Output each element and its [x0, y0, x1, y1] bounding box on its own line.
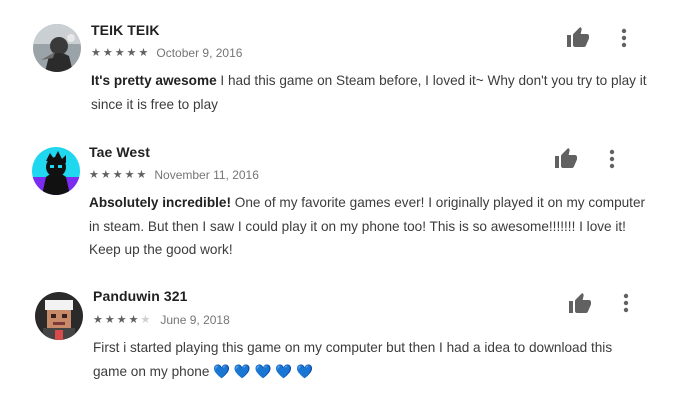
star-icon: ★	[100, 169, 111, 181]
star-icon: ★	[136, 169, 147, 181]
review-text-line: game on my phone	[93, 363, 210, 379]
star-icon: ★	[112, 169, 123, 181]
star-icon: ★	[104, 314, 115, 326]
thumbs-up-icon	[569, 293, 591, 313]
review-text-line: in steam. But then I saw I could play it…	[89, 218, 626, 234]
author-name[interactable]: Panduwin 321	[93, 288, 188, 304]
star-icon: ★	[91, 47, 101, 59]
more-vert-icon	[623, 293, 629, 313]
thumbs-up-icon	[555, 148, 577, 168]
star-icon: ★	[89, 169, 99, 181]
review-meta: ★ ★ ★ ★ ★ June 9, 2018	[93, 313, 230, 327]
star-icon: ★	[102, 47, 113, 59]
author-name[interactable]: TEIK TEIK	[91, 22, 160, 38]
avatar[interactable]	[32, 147, 80, 195]
avatar[interactable]	[35, 292, 83, 340]
star-icon: ★	[138, 47, 149, 59]
more-vert-icon	[621, 28, 627, 48]
star-icon: ★	[116, 314, 127, 326]
review-text-line: One of my favorite games ever! I origina…	[231, 195, 646, 210]
avatar[interactable]	[33, 24, 81, 72]
helpful-button[interactable]	[567, 292, 593, 316]
author-name[interactable]: Tae West	[89, 144, 150, 160]
review-text-line: First i started playing this game on my …	[93, 340, 613, 355]
review-text-line: since it is free to play	[91, 96, 218, 112]
star-icon: ★	[124, 169, 135, 181]
review-meta: ★ ★ ★ ★ ★ October 9, 2016	[91, 46, 242, 60]
star-rating: ★ ★ ★ ★ ★	[93, 314, 152, 326]
star-icon: ★	[126, 47, 137, 59]
star-rating: ★ ★ ★ ★ ★	[91, 47, 150, 59]
star-icon: ★	[128, 314, 139, 326]
review-headline: Absolutely incredible!	[89, 195, 232, 210]
review-text-line: I had this game on Steam before, I loved…	[216, 73, 647, 88]
review-text: Absolutely incredible! One of my favorit…	[89, 191, 669, 262]
blue-heart-emoji: 💙 💙 💙 💙 💙	[213, 363, 313, 379]
helpful-button[interactable]	[565, 26, 591, 50]
review-date: November 11, 2016	[154, 168, 259, 182]
review-text: It's pretty awesome I had this game on S…	[91, 69, 651, 116]
review-meta: ★ ★ ★ ★ ★ November 11, 2016	[89, 168, 259, 182]
star-icon: ★	[114, 47, 125, 59]
helpful-button[interactable]	[553, 147, 579, 171]
star-icon: ★	[140, 314, 151, 326]
review-date: June 9, 2018	[160, 313, 230, 327]
more-vert-icon	[609, 149, 615, 169]
star-rating: ★ ★ ★ ★ ★	[89, 169, 148, 181]
review-headline: It's pretty awesome	[91, 73, 217, 88]
thumbs-up-icon	[567, 27, 589, 47]
more-options-button[interactable]	[617, 26, 631, 50]
star-icon: ★	[93, 314, 103, 326]
more-options-button[interactable]	[605, 147, 619, 171]
review-text: First i started playing this game on my …	[93, 336, 653, 383]
review-date: October 9, 2016	[156, 46, 243, 60]
more-options-button[interactable]	[619, 291, 633, 315]
review-text-line: Keep up the good work!	[89, 242, 233, 257]
